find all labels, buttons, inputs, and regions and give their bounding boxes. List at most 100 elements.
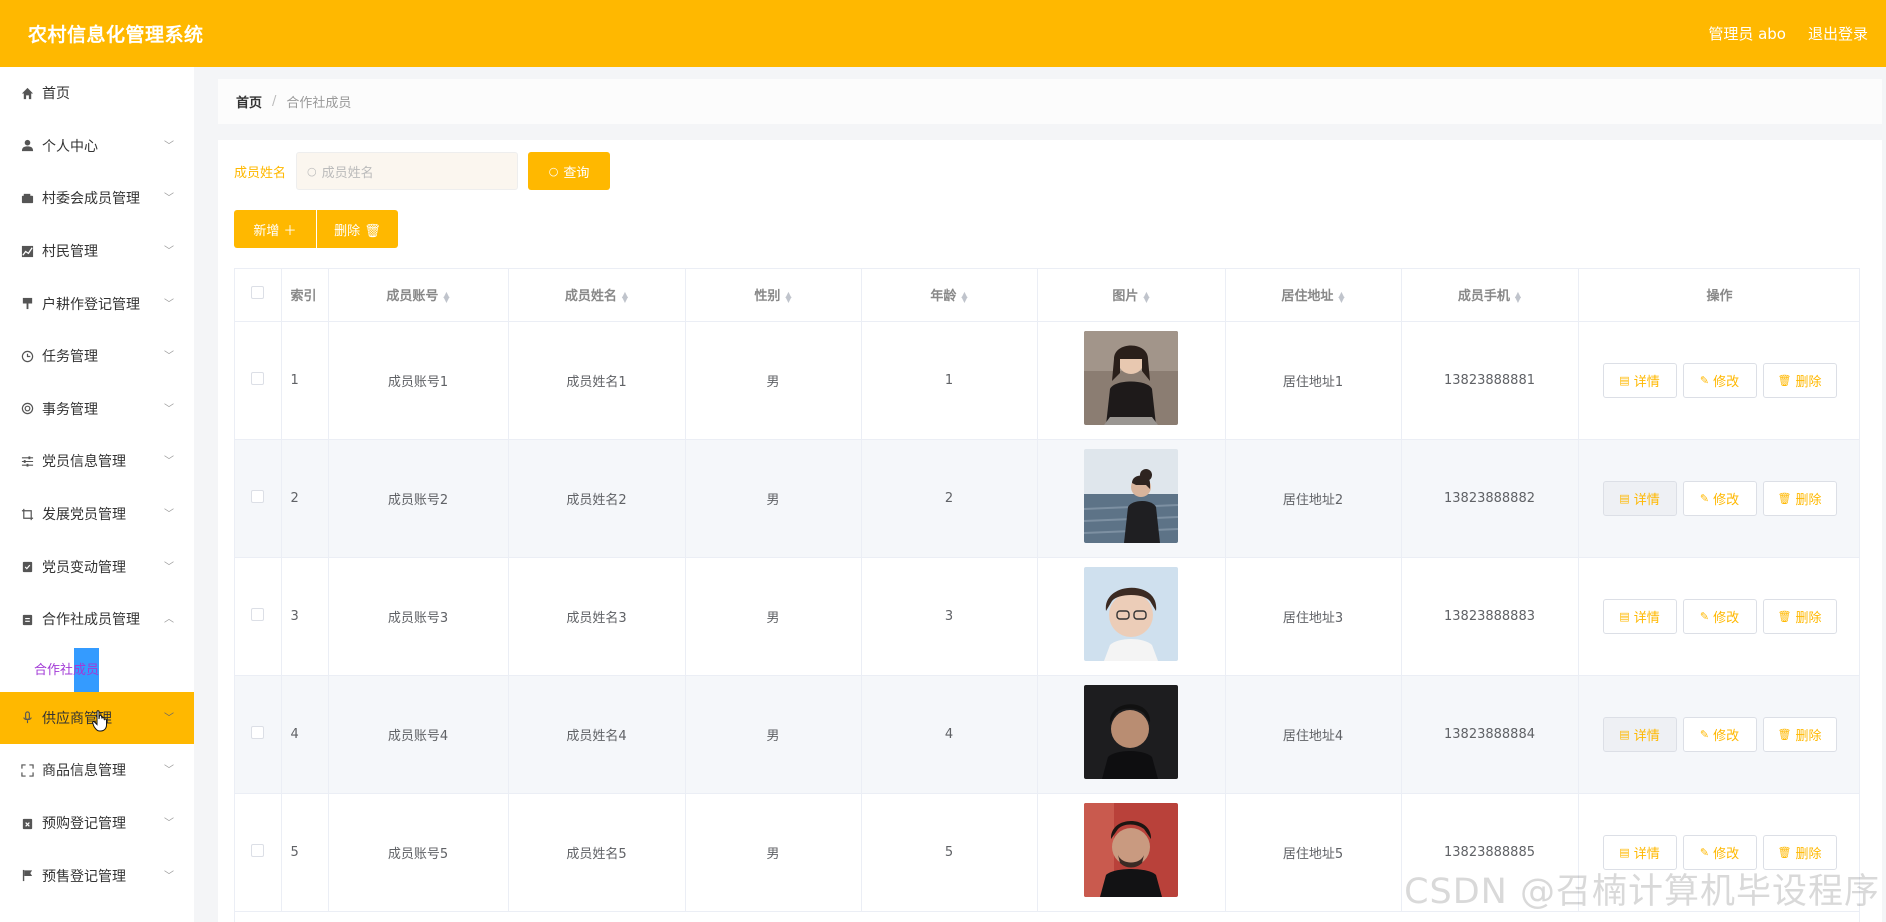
sort-icon[interactable]: ▲ ▼ <box>1515 290 1521 303</box>
clock-icon <box>20 349 34 363</box>
add-button[interactable]: 新增 ＋ <box>234 210 316 248</box>
detail-button[interactable]: ▤ 详情 <box>1602 716 1677 752</box>
member-photo[interactable] <box>1084 331 1178 425</box>
col-name[interactable]: 成员姓名 ▲ ▼ <box>508 269 686 322</box>
watermark: CSDN @召楠计算机毕设程序 <box>1404 872 1880 912</box>
main-content: 成员姓名 ○ 成员姓名 ○ 查询 新增 ＋ 删除 🗑 索引 成员账号 ▲ ▼ 成员姓… <box>218 140 1882 922</box>
user-icon <box>20 139 34 153</box>
col-photo[interactable]: 图片 ▲ ▼ <box>1037 269 1226 322</box>
cell-account: 成员账号2 <box>328 439 509 558</box>
col-address[interactable]: 居住地址 ▲ ▼ <box>1225 269 1402 322</box>
member-photo[interactable] <box>1084 803 1178 897</box>
table-row[interactable]: 1 成员账号1 成员姓名1 男 1 居住地址1 13823888881 ▤ 详情 ✎… <box>235 321 1859 440</box>
document-icon: ▤ <box>1619 373 1630 387</box>
sidebar-item-coop-members[interactable]: 合作社成员管理 ︿ <box>0 593 194 646</box>
detail-button[interactable]: ▤ 详情 <box>1602 362 1677 398</box>
edit-button[interactable]: ✎ 修改 <box>1682 480 1757 516</box>
batch-delete-button[interactable]: 删除 🗑 <box>317 210 398 248</box>
cell-phone: 13823888884 <box>1401 675 1579 794</box>
chevron-down-icon: ﹀ <box>164 870 174 882</box>
sidebar-item-personal-center[interactable]: 个人中心 ﹀ <box>0 120 194 173</box>
sidebar-item-label: 村民管理 <box>42 244 98 261</box>
sidebar-item-party-development[interactable]: 发展党员管理 ﹀ <box>0 488 194 541</box>
detail-label: 详情 <box>1633 492 1660 508</box>
sidebar-item-label: 党员变动管理 <box>42 559 126 576</box>
cell-age: 5 <box>861 793 1038 912</box>
sidebar-item-villagers[interactable]: 村民管理 ﹀ <box>0 225 194 278</box>
cell-name: 成员姓名2 <box>508 439 686 558</box>
sort-icon[interactable]: ▲ ▼ <box>1143 290 1149 303</box>
pencil-icon: ✎ <box>1699 373 1710 387</box>
sidebar-item-preorder[interactable]: 预购登记管理 ﹀ <box>0 797 194 850</box>
member-name-search-input[interactable]: ○ 成员姓名 <box>296 152 519 190</box>
table-row[interactable]: 4 成员账号4 成员姓名4 男 4 居住地址4 13823888884 ▤ 详情 ✎… <box>235 675 1859 794</box>
delete-button[interactable]: 🗑 删除 <box>1762 598 1837 634</box>
sliders-icon <box>20 454 34 468</box>
sidebar-subitem-coop-member[interactable]: 合作社成员 <box>0 646 194 692</box>
sort-icon[interactable]: ▲ ▼ <box>785 290 791 303</box>
member-photo[interactable] <box>1084 685 1178 779</box>
sidebar-item-presale[interactable]: 预售登记管理 ﹀ <box>0 849 194 902</box>
col-address-label: 居住地址 <box>1281 289 1334 305</box>
row-checkbox[interactable] <box>251 489 265 503</box>
cell-photo <box>1037 793 1226 912</box>
cell-name: 成员姓名1 <box>508 321 686 440</box>
crop-icon <box>20 507 34 521</box>
member-photo[interactable] <box>1083 449 1179 543</box>
logout-link[interactable]: 退出登录 <box>1808 23 1868 44</box>
sidebar-item-label: 户耕作登记管理 <box>42 296 140 313</box>
sidebar-item-committee[interactable]: 村委会成员管理 ﹀ <box>0 172 194 225</box>
sidebar-item-label: 预售登记管理 <box>42 868 126 885</box>
trash-icon: 🗑 <box>1777 845 1792 859</box>
detail-label: 详情 <box>1633 728 1660 744</box>
col-phone[interactable]: 成员手机 ▲ ▼ <box>1401 269 1579 322</box>
sort-icon[interactable]: ▲ ▼ <box>1338 290 1344 303</box>
sidebar-item-home[interactable]: 首页 <box>0 67 194 120</box>
delete-button[interactable]: 🗑 删除 <box>1762 362 1837 398</box>
row-select-cell <box>235 675 282 794</box>
pencil-icon: ✎ <box>1699 609 1710 623</box>
hand-cursor-icon <box>92 710 107 732</box>
breadcrumb-home[interactable]: 首页 <box>236 92 262 111</box>
sidebar-item-party-changes[interactable]: 党员变动管理 ﹀ <box>0 540 194 593</box>
col-gender[interactable]: 性别 ▲ ▼ <box>685 269 862 322</box>
cell-photo <box>1037 321 1226 440</box>
sort-icon[interactable]: ▲ ▼ <box>622 290 628 303</box>
edit-button[interactable]: ✎ 修改 <box>1682 362 1757 398</box>
row-checkbox[interactable] <box>251 725 265 739</box>
sort-icon[interactable]: ▲ ▼ <box>443 290 449 303</box>
row-select-cell <box>235 439 282 558</box>
row-checkbox[interactable] <box>251 843 265 857</box>
cell-photo <box>1037 557 1226 676</box>
pencil-icon: ✎ <box>1699 727 1710 741</box>
row-checkbox[interactable] <box>251 607 265 621</box>
table-row[interactable]: 3 成员账号3 成员姓名3 男 3 居住地址3 13823888883 ▤ 详情 ✎… <box>235 557 1859 676</box>
sidebar-item-farming[interactable]: 户耕作登记管理 ﹀ <box>0 277 194 330</box>
table-row[interactable]: 2 成员账号2 成员姓名2 男 2 居住地址2 13823888882 ▤ 详情 ✎… <box>235 439 1859 558</box>
sidebar-item-affairs[interactable]: 事务管理 ﹀ <box>0 383 194 436</box>
sidebar-item-tasks[interactable]: 任务管理 ﹀ <box>0 330 194 383</box>
delete-button[interactable]: 🗑 删除 <box>1762 716 1837 752</box>
admin-user-link[interactable]: 管理员 abo <box>1708 23 1786 44</box>
sidebar-item-products[interactable]: 商品信息管理 ﹀ <box>0 744 194 797</box>
cell-account: 成员账号3 <box>328 557 509 676</box>
delete-button[interactable]: 🗑 删除 <box>1762 480 1837 516</box>
sidebar-item-party-members[interactable]: 党员信息管理 ﹀ <box>0 435 194 488</box>
row-select-cell <box>235 557 282 676</box>
query-button[interactable]: ○ 查询 <box>528 152 611 190</box>
detail-button[interactable]: ▤ 详情 <box>1602 598 1677 634</box>
sidebar-item-label: 村委会成员管理 <box>42 191 140 208</box>
select-all-checkbox[interactable] <box>251 286 265 300</box>
sort-icon[interactable]: ▲ ▼ <box>961 290 967 303</box>
chevron-down-icon: ﹀ <box>164 193 174 205</box>
edit-button[interactable]: ✎ 修改 <box>1682 598 1757 634</box>
cell-gender: 男 <box>685 557 862 676</box>
detail-button[interactable]: ▤ 详情 <box>1602 480 1677 516</box>
col-account[interactable]: 成员账号 ▲ ▼ <box>328 269 509 322</box>
edit-button[interactable]: ✎ 修改 <box>1682 716 1757 752</box>
chevron-up-icon: ︿ <box>164 614 174 626</box>
sidebar-item-label: 个人中心 <box>42 138 98 155</box>
member-photo[interactable] <box>1084 567 1178 661</box>
row-checkbox[interactable] <box>251 371 265 385</box>
col-age[interactable]: 年龄 ▲ ▼ <box>861 269 1038 322</box>
